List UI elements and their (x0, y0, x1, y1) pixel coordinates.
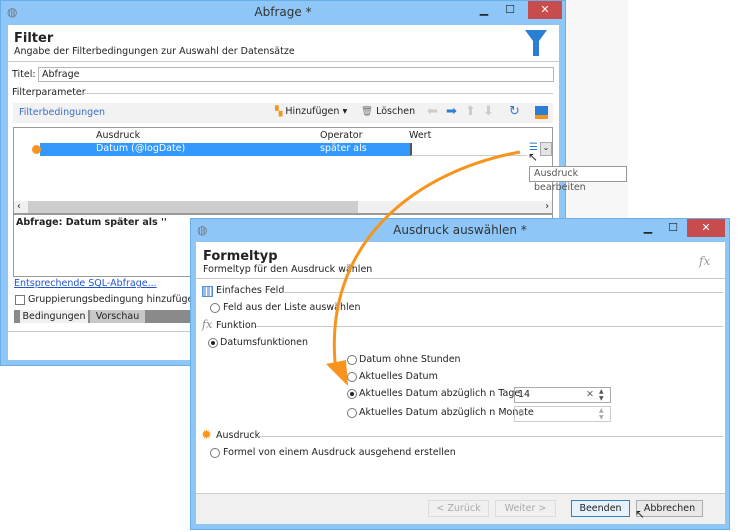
section-expression: Ausdruck (216, 430, 261, 441)
next-button[interactable]: Weiter > (495, 500, 556, 517)
row-expression: Datum (@logDate) (96, 143, 186, 154)
date-functions-label: Datumsfunktionen (220, 337, 309, 348)
mouse-cursor-icon: ↖ (528, 150, 539, 164)
refresh-icon[interactable]: ↻ (509, 104, 520, 119)
finish-button[interactable]: Beenden (571, 500, 630, 517)
minimize-button[interactable]: ▁ (471, 1, 497, 19)
scroll-left-icon[interactable]: ‹ (17, 201, 21, 212)
dialog-titlebar[interactable]: ◍ Ausdruck auswählen * ▁ ☐ ✕ (191, 219, 729, 242)
radio-minus-months[interactable] (347, 408, 357, 418)
toolbar-label: Filterbedingungen (19, 107, 106, 118)
table-icon (202, 286, 213, 297)
field-from-list-label: Feld aus der Liste auswählen (223, 302, 361, 313)
tab-vorschau[interactable]: Vorschau (90, 310, 145, 323)
months-spinner[interactable]: ▲ ▼ (599, 407, 604, 421)
maximize-button[interactable]: ☐ (660, 219, 686, 237)
radio-date-functions[interactable] (208, 338, 218, 348)
gear-icon: ✹ (201, 428, 212, 443)
filterparameter-label: Filterparameter (12, 87, 86, 98)
add-icon: ▚ (275, 106, 283, 117)
minus-days-label: Aktuelles Datum abzüglich n Tage (359, 388, 521, 399)
close-button[interactable]: ✕ (528, 1, 562, 19)
column-header-operator[interactable]: Operator (320, 130, 363, 141)
radio-current-date[interactable] (347, 372, 357, 382)
fx-icon: fx (202, 318, 213, 331)
fx-icon: fx (699, 254, 711, 268)
scrollbar-thumb[interactable] (28, 201, 358, 213)
add-button[interactable]: ▚ Hinzufügen ▾ (275, 106, 347, 117)
close-button[interactable]: ✕ (687, 219, 725, 237)
current-date-label: Aktuelles Datum (359, 371, 438, 382)
radio-date-without-hours[interactable] (347, 355, 357, 365)
trash-icon: 🗑 (361, 106, 374, 117)
query-window-titlebar[interactable]: ◍ Abfrage * ▁ ☐ ✕ (1, 1, 565, 24)
arrow-up-icon[interactable]: ⬆ (465, 104, 476, 119)
months-input[interactable]: 0 ▲ ▼ (514, 406, 611, 422)
arrow-left-icon[interactable]: ⬅ (427, 104, 438, 119)
date-without-hours-label: Datum ohne Stunden (359, 354, 461, 365)
header-subtitle: Angabe der Filterbedingungen zur Auswahl… (14, 46, 295, 57)
clear-icon[interactable]: ✕ (586, 388, 594, 402)
radio-formula-from-expression[interactable] (210, 448, 220, 458)
minimize-button[interactable]: ▁ (635, 219, 661, 237)
dropdown-button[interactable]: ⌄ (540, 142, 552, 156)
table-row[interactable]: Datum (@logDate) später als (32, 143, 410, 156)
filter-toolbar: Filterbedingungen ▚ Hinzufügen ▾ 🗑 Lösch… (13, 103, 553, 123)
app-icon: ◍ (197, 223, 208, 237)
sql-query-link[interactable]: Entsprechende SQL-Abfrage... (14, 278, 157, 289)
radio-minus-days[interactable] (347, 389, 357, 399)
days-value: 14 (518, 389, 531, 400)
row-value-input[interactable] (410, 143, 527, 156)
header-title: Filter (14, 31, 54, 46)
radio-field-from-list[interactable] (210, 303, 220, 313)
title-input[interactable]: Abfrage (38, 67, 554, 82)
conditions-grid: Ausdruck Operator Wert Datum (@logDate) … (13, 127, 553, 214)
minus-months-label: Aktuelles Datum abzüglich n Monate (359, 407, 534, 418)
app-icon: ◍ (7, 5, 18, 19)
months-value: 0 (518, 408, 525, 419)
horizontal-scrollbar[interactable]: ‹ › (14, 201, 552, 213)
delete-label: Löschen (376, 106, 416, 117)
expression-dialog: ◍ Ausdruck auswählen * ▁ ☐ ✕ Formeltyp F… (190, 218, 730, 530)
section-simple-field: Einfaches Feld (216, 285, 285, 296)
column-header-ausdruck[interactable]: Ausdruck (96, 130, 140, 141)
tab-bedingungen[interactable]: Bedingungen (20, 310, 88, 323)
add-label: Hinzufügen (285, 106, 340, 117)
group-checkbox[interactable] (15, 295, 25, 305)
column-header-wert[interactable]: Wert (409, 130, 431, 141)
group-checkbox-label: Gruppierungsbedingung hinzufügen (28, 294, 200, 305)
window-title: Abfrage * (254, 5, 312, 19)
arrow-down-icon[interactable]: ⬇ (483, 104, 494, 119)
back-button[interactable]: < Zurück (428, 500, 489, 517)
delete-button[interactable]: 🗑 Löschen (361, 106, 415, 117)
dialog-title: Ausdruck auswählen * (393, 223, 527, 237)
mouse-cursor-icon: ↖ (635, 507, 646, 521)
title-label: Titel: (12, 69, 36, 80)
condition-status-icon (32, 145, 41, 154)
tooltip: Ausdruck bearbeiten (529, 166, 627, 193)
header-title: Formeltyp (203, 249, 278, 264)
days-input[interactable]: 14 ✕ ▲ ▼ (514, 387, 611, 403)
cancel-button[interactable]: Abbrechen (636, 500, 703, 517)
row-operator: später als (320, 143, 367, 154)
days-spinner[interactable]: ▲ ▼ (599, 388, 604, 402)
arrow-right-icon[interactable]: ➡ (446, 104, 457, 119)
section-function: Funktion (216, 320, 257, 331)
header-subtitle: Formeltyp für den Ausdruck wählen (203, 264, 373, 275)
formula-from-expression-label: Formel von einem Ausdruck ausgehend erst… (223, 447, 456, 458)
maximize-button[interactable]: ☐ (497, 1, 523, 19)
scroll-right-icon[interactable]: › (545, 201, 549, 212)
funnel-icon (525, 30, 547, 56)
save-icon[interactable] (535, 106, 548, 119)
